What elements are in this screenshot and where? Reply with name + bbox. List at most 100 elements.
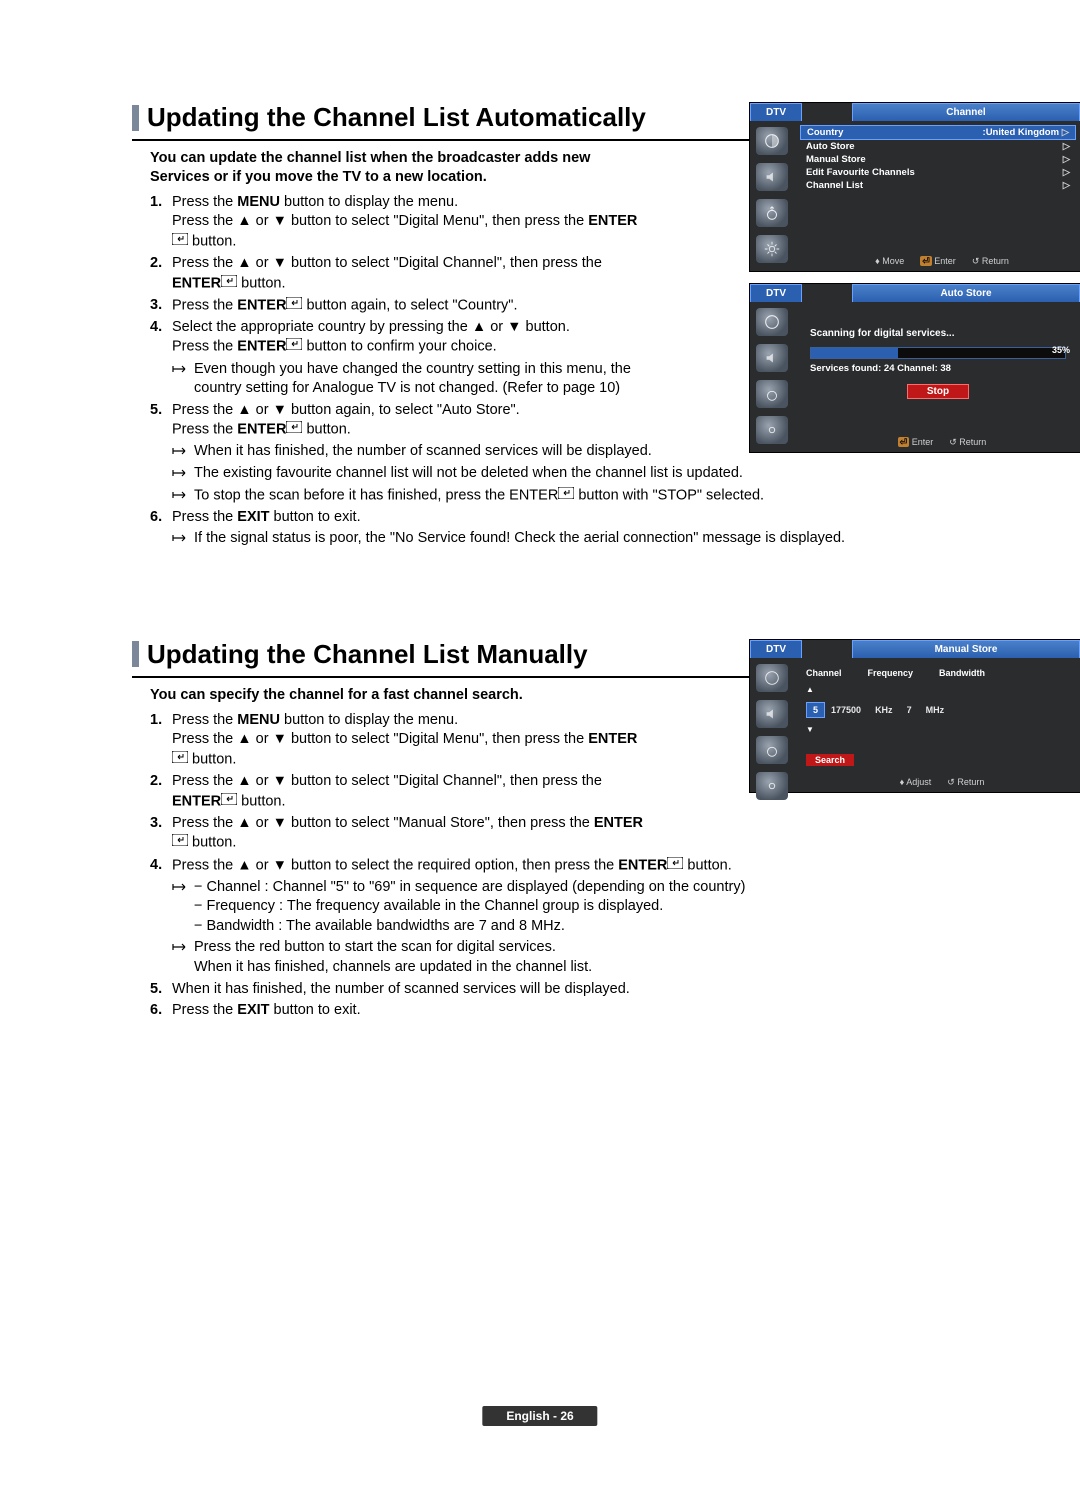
osd-footer: ⏎ Enter ↺ Return xyxy=(810,437,1074,448)
step-body: Press the ▲ or ▼ button to select the re… xyxy=(172,856,948,876)
osd-footer: ♦ Adjust ↺ Return xyxy=(810,777,1074,788)
step-4: 4. Press the ▲ or ▼ button to select the… xyxy=(150,856,948,978)
section-auto: Updating the Channel List Automatically … xyxy=(132,102,948,549)
menu-row-manual-store[interactable]: Manual Store▷ xyxy=(800,153,1076,166)
enter-icon xyxy=(286,337,302,357)
chevron-right-icon: ▷ xyxy=(1062,127,1069,138)
sub-note: To stop the scan before it has finished,… xyxy=(172,486,948,506)
enter-icon xyxy=(221,274,237,294)
step-num: 2. xyxy=(150,772,172,812)
osd-menu-list: Country:United Kingdom ▷ Auto Store▷ Man… xyxy=(800,125,1076,192)
step-body: Press the ▲ or ▼ button to select "Manua… xyxy=(172,814,652,854)
note-arrow-icon xyxy=(172,530,194,550)
osd-title: Auto Store xyxy=(852,284,1080,302)
enter-icon xyxy=(558,486,574,506)
return-hint: ↺ Return xyxy=(972,256,1009,267)
osd-header: DTV Auto Store xyxy=(750,284,1080,302)
return-hint: ↺ Return xyxy=(949,437,986,448)
enter-icon xyxy=(172,750,188,770)
osd-footer: ♦ Move ⏎ Enter ↺ Return xyxy=(810,256,1074,267)
frequency-value: 177500 xyxy=(831,705,861,715)
stop-button[interactable]: Stop xyxy=(907,384,969,399)
picture-icon xyxy=(756,127,788,155)
note-arrow-icon xyxy=(172,443,194,463)
enter-icon xyxy=(221,792,237,812)
channel-icon xyxy=(756,199,788,227)
enter-icon xyxy=(286,296,302,316)
step-num: 4. xyxy=(150,318,172,358)
enter-icon xyxy=(172,232,188,252)
step-body: Select the appropriate country by pressi… xyxy=(172,318,652,358)
heading-accent-bar xyxy=(132,105,139,131)
col-values: ▲ xyxy=(806,686,1076,694)
osd-side-icons xyxy=(756,308,792,444)
channel-icon xyxy=(756,380,788,408)
setup-icon xyxy=(756,772,788,800)
step-num: 3. xyxy=(150,296,172,316)
step-3: 3. Press the ▲ or ▼ button to select "Ma… xyxy=(150,814,948,854)
progress-bar: 35% xyxy=(810,347,1066,359)
enter-hint: ⏎ Enter xyxy=(898,437,934,448)
menu-row-channel-list[interactable]: Channel List▷ xyxy=(800,179,1076,192)
dtv-tab: DTV xyxy=(750,103,802,121)
step-body: Press the EXIT button to exit. xyxy=(172,508,948,528)
step-body: Press the EXIT button to exit. xyxy=(172,1001,948,1021)
step-body: Press the ▲ or ▼ button to select "Digit… xyxy=(172,254,652,294)
step-num: 4. xyxy=(150,856,172,876)
sound-icon xyxy=(756,163,788,191)
step-body: Press the MENU button to display the men… xyxy=(172,711,652,770)
col-channel: Channel xyxy=(806,668,842,678)
osd-title: Channel xyxy=(852,103,1080,121)
step-body: Press the ENTER button again, to select … xyxy=(172,296,652,316)
intro-manual: You can specify the channel for a fast c… xyxy=(150,686,650,705)
osd-header: DTV Manual Store xyxy=(750,640,1080,658)
enter-hint: ⏎ Enter xyxy=(920,256,956,267)
col-headers: Channel Frequency Bandwidth xyxy=(806,668,1076,678)
osd-manual-body: Channel Frequency Bandwidth ▲ 5 177500 K… xyxy=(800,662,1076,766)
setup-icon xyxy=(756,416,788,444)
col-values: 5 177500 KHz 7 MHz xyxy=(806,702,1076,718)
step-num: 6. xyxy=(150,1001,172,1021)
bandwidth-value: 7 xyxy=(907,705,912,715)
setup-icon xyxy=(756,235,788,263)
sound-icon xyxy=(756,344,788,372)
channel-value[interactable]: 5 xyxy=(806,702,825,718)
heading-manual: Updating the Channel List Manually xyxy=(147,639,588,670)
step-6: 6. Press the EXIT button to exit. xyxy=(150,1001,948,1021)
note-arrow-icon xyxy=(172,939,194,978)
step-body: Press the ▲ or ▼ button to select "Digit… xyxy=(172,772,652,812)
search-button[interactable]: Search xyxy=(806,754,854,766)
osd-title: Manual Store xyxy=(852,640,1080,658)
progress-fill xyxy=(811,348,898,358)
menu-row-edit-favourite[interactable]: Edit Favourite Channels▷ xyxy=(800,166,1076,179)
enter-icon xyxy=(667,856,683,876)
enter-icon xyxy=(286,420,302,440)
move-hint: ♦ Move xyxy=(875,256,904,267)
intro-auto: You can update the channel list when the… xyxy=(150,149,650,187)
progress-percent: 35% xyxy=(1052,345,1070,355)
channel-icon xyxy=(756,736,788,764)
mhz-label: MHz xyxy=(926,705,945,715)
step-num: 1. xyxy=(150,193,172,252)
dtv-tab: DTV xyxy=(750,284,802,302)
menu-row-country[interactable]: Country:United Kingdom ▷ xyxy=(800,125,1076,140)
note-arrow-icon xyxy=(172,487,194,507)
services-found: Services found: 24 Channel: 38 xyxy=(810,363,1076,374)
menu-row-auto-store[interactable]: Auto Store▷ xyxy=(800,140,1076,153)
sub-note: If the signal status is poor, the "No Se… xyxy=(172,529,948,549)
note-arrow-icon xyxy=(172,879,194,938)
dtv-tab: DTV xyxy=(750,640,802,658)
osd-manual-store: DTV Manual Store Channel Frequency Bandw… xyxy=(749,639,1080,793)
sound-icon xyxy=(756,700,788,728)
heading-accent-bar xyxy=(132,641,139,667)
step-5: 5. When it has finished, the number of s… xyxy=(150,980,948,1000)
osd-side-icons xyxy=(756,664,792,800)
enter-icon xyxy=(172,833,188,853)
note-arrow-icon xyxy=(172,361,194,400)
scanning-text: Scanning for digital services... xyxy=(810,328,1076,339)
step-num: 1. xyxy=(150,711,172,770)
step-6: 6. Press the EXIT button to exit. If the… xyxy=(150,508,948,549)
page-footer: English - 26 xyxy=(482,1406,597,1426)
up-down-icon: ▲ xyxy=(806,686,814,694)
step-body: When it has finished, the number of scan… xyxy=(172,980,948,1000)
